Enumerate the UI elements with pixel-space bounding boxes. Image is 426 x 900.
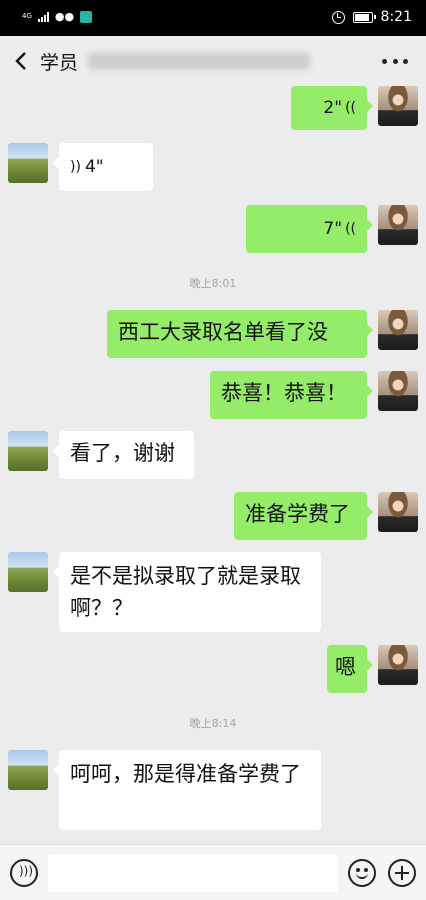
text-message[interactable]: 恭喜！恭喜！ xyxy=(210,371,373,419)
text-message[interactable]: 准备学费了 xyxy=(234,492,373,540)
text-message[interactable]: 嗯 xyxy=(327,645,373,693)
text-message[interactable]: 西工大录取名单看了没 xyxy=(107,310,373,358)
self-avatar[interactable] xyxy=(378,371,418,411)
self-avatar[interactable] xyxy=(378,205,418,245)
contact-avatar[interactable] xyxy=(8,552,48,592)
signal-icon xyxy=(37,11,49,22)
voice-wave-icon: (( xyxy=(345,100,356,116)
network-type: 4G xyxy=(22,12,32,20)
voice-message[interactable]: 2" (( xyxy=(291,86,373,130)
text-message[interactable]: 是不是拟录取了就是录取啊？？ xyxy=(53,552,321,632)
voice-duration: 7" xyxy=(323,219,343,239)
chat-title: 学员 xyxy=(40,52,79,74)
input-bar: ))) xyxy=(0,844,426,900)
voice-duration: 4" xyxy=(84,157,104,177)
plus-icon[interactable] xyxy=(388,859,416,887)
self-avatar[interactable] xyxy=(378,310,418,350)
contact-avatar[interactable] xyxy=(8,750,48,790)
alarm-icon xyxy=(331,10,345,24)
self-avatar[interactable] xyxy=(378,492,418,532)
time-separator: 晚上8:14 xyxy=(189,717,237,730)
obscured-contact-name xyxy=(88,52,310,70)
status-bar: 4G ●● 8:21 xyxy=(0,0,426,36)
status-time: 8:21 xyxy=(380,9,412,25)
time-separator: 晚上8:01 xyxy=(189,277,237,290)
app-notification-icon xyxy=(80,10,93,23)
voice-duration: 2" xyxy=(323,98,343,118)
self-avatar[interactable] xyxy=(378,86,418,126)
more-options-icon[interactable] xyxy=(382,51,408,71)
voice-wave-icon: )) xyxy=(70,159,81,175)
text-message[interactable]: 看了，谢谢 xyxy=(53,431,194,479)
self-avatar[interactable] xyxy=(378,645,418,685)
text-message[interactable]: 呵呵，那是得准备学费了 xyxy=(53,750,321,830)
message-input[interactable] xyxy=(48,854,338,892)
chat-header: 学员 xyxy=(0,36,426,86)
back-arrow-icon[interactable] xyxy=(12,49,32,73)
contact-avatar[interactable] xyxy=(8,143,48,183)
voice-wave-icon: (( xyxy=(345,221,356,237)
voice-icon[interactable]: ))) xyxy=(10,859,38,887)
battery-icon xyxy=(352,11,376,23)
emoji-icon[interactable] xyxy=(348,859,376,887)
contact-avatar[interactable] xyxy=(8,431,48,471)
voice-message[interactable]: 7" (( xyxy=(246,205,373,253)
wechat-notification-icon: ●● xyxy=(54,10,75,23)
voice-message[interactable]: )) 4" xyxy=(53,143,153,191)
